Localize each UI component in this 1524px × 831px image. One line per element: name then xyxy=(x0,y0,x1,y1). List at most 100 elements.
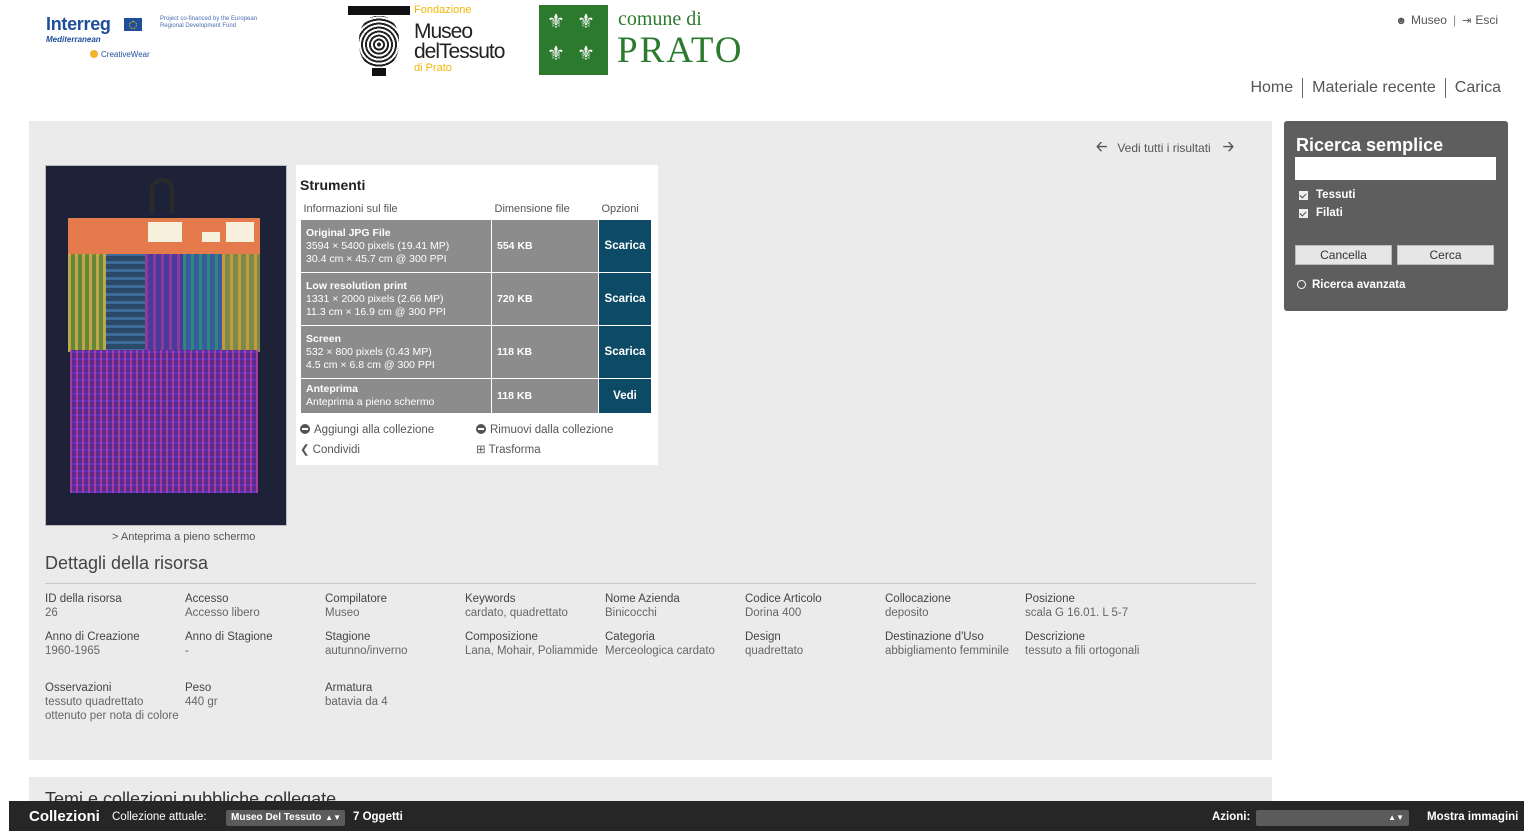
detail-field: Anno di Stagione - xyxy=(185,630,321,658)
search-button[interactable]: Cerca xyxy=(1397,245,1494,265)
file-size: 720 KB xyxy=(491,272,599,326)
detail-field: Armatura batavia da 4 xyxy=(325,681,461,709)
collections-bar: Collezioni Collezione attuale: Museo Del… xyxy=(9,801,1524,831)
main-nav: Home Materiale recente Carica xyxy=(1241,78,1501,98)
crop-icon: ⊞ xyxy=(476,444,486,456)
current-collection-value: Museo Del Tessuto xyxy=(231,812,322,823)
download-table: Informazioni sul file Dimensione file Op… xyxy=(300,203,652,414)
detail-value: Accesso libero xyxy=(185,607,260,619)
fabric-sample xyxy=(70,350,258,493)
detail-label: Codice Articolo xyxy=(745,593,822,605)
logout-link[interactable]: Esci xyxy=(1475,13,1498,27)
prato-name: PRATO xyxy=(617,30,744,71)
detail-field: Collocazione deposito xyxy=(885,592,1021,620)
file-print-size: 11.3 cm × 16.9 cm @ 300 PPI xyxy=(306,305,446,318)
file-print-size: 4.5 cm × 6.8 cm @ 300 PPI xyxy=(306,358,435,371)
detail-value: Merceologica cardato xyxy=(605,645,715,657)
detail-label: Categoria xyxy=(605,631,655,643)
museo-fondazione: Fondazione xyxy=(414,4,472,16)
resource-preview-image[interactable] xyxy=(45,165,287,526)
file-dimensions: 1331 × 2000 pixels (2.66 MP) xyxy=(306,292,444,305)
detail-field: Destinazione d'Uso abbigliamento femminil… xyxy=(885,630,1021,658)
file-name: Anteprima xyxy=(306,383,358,395)
detail-field: Composizione Lana, Mohair, Poliammide xyxy=(465,630,601,658)
arrow-right-icon[interactable]: 🡢 xyxy=(1223,136,1234,160)
nav-recent-material[interactable]: Materiale recente xyxy=(1303,79,1445,97)
arrow-left-icon[interactable]: 🡠 xyxy=(1096,136,1107,160)
file-dimensions: Anteprima a pieno schermo xyxy=(306,396,435,408)
remove-from-collection-link[interactable]: Rimuovi dalla collezione xyxy=(476,424,613,436)
user-menu-separator: | xyxy=(1452,13,1457,27)
filter-label: Filati xyxy=(1316,207,1343,219)
download-button[interactable]: Scarica xyxy=(598,272,652,326)
logout-icon: ⇥ xyxy=(1462,15,1472,27)
download-button[interactable]: Scarica xyxy=(598,325,652,379)
nav-home[interactable]: Home xyxy=(1241,79,1302,97)
tools-title: Strumenti xyxy=(300,177,366,193)
result-navigation: 🡠 Vedi tutti i risultati 🡢 xyxy=(1096,136,1234,160)
file-dimensions: 532 × 800 pixels (0.43 MP) xyxy=(306,345,432,358)
detail-field: Osservazioni tessuto quadrettato ottenuto… xyxy=(45,681,181,723)
detail-field: Stagione autunno/inverno xyxy=(325,630,461,658)
detail-value: deposito xyxy=(885,607,929,619)
show-images-link[interactable]: Mostra immagini xyxy=(1427,811,1518,823)
filter-label: Tessuti xyxy=(1316,189,1356,201)
interreg-wordmark: Interreg xyxy=(46,14,111,34)
detail-value: tessuto quadrettato ottenuto per nota di… xyxy=(45,696,179,722)
museo-tessuto-logo[interactable]: Fondazione Museo delTessuto di Prato xyxy=(348,4,508,76)
select-arrows-icon: ▲▼ xyxy=(1388,813,1404,822)
interreg-project: CreativeWear xyxy=(90,50,150,59)
detail-label: Anno di Creazione xyxy=(45,631,140,643)
comune-prato-logo[interactable]: ⚜ ⚜ ⚜ ⚜ comune di PRATO xyxy=(539,5,769,77)
swatch-row xyxy=(68,254,261,352)
detail-field: Anno di Creazione 1960-1965 xyxy=(45,630,181,658)
share-link[interactable]: ❮ Condividi xyxy=(300,442,360,456)
clear-button[interactable]: Cancella xyxy=(1295,245,1392,265)
column-header: Opzioni xyxy=(601,203,639,215)
hanger-hook xyxy=(150,178,174,214)
collection-item-count[interactable]: 7 Oggetti xyxy=(353,811,403,823)
search-input[interactable] xyxy=(1295,157,1496,180)
column-header: Informazioni sul file xyxy=(303,203,398,215)
collections-title[interactable]: Collezioni xyxy=(29,808,100,825)
detail-label: Nome Azienda xyxy=(605,593,680,605)
interreg-logo[interactable]: Interreg Project co-financed by the Euro… xyxy=(44,14,279,66)
filter-tessuti-checkbox[interactable]: Tessuti xyxy=(1299,189,1355,201)
detail-value: 440 gr xyxy=(185,696,218,708)
table-row: Original JPG File 3594 × 5400 pixels (19.… xyxy=(300,219,652,273)
actions-label: Azioni: xyxy=(1212,811,1251,823)
checkbox-checked-icon[interactable] xyxy=(1299,190,1308,200)
transform-link[interactable]: ⊞ Trasforma xyxy=(476,442,541,456)
detail-field: Codice Articolo Dorina 400 xyxy=(745,592,881,620)
table-row: Screen 532 × 800 pixels (0.43 MP) 4.5 cm ×… xyxy=(300,325,652,379)
detail-value: tessuto a fili ortogonali xyxy=(1025,645,1140,657)
detail-value: Museo xyxy=(325,607,360,619)
detail-label: Osservazioni xyxy=(45,682,112,694)
detail-field: Descrizione tessuto a fili ortogonali xyxy=(1025,630,1161,658)
filter-filati-checkbox[interactable]: Filati xyxy=(1299,207,1343,219)
checkbox-checked-icon[interactable] xyxy=(1299,208,1308,218)
tools-box: Strumenti Informazioni sul file Dimensio… xyxy=(296,165,658,465)
museo-name-line2: delTessuto xyxy=(414,40,505,63)
detail-label: Design xyxy=(745,631,781,643)
download-button[interactable]: Scarica xyxy=(598,219,652,273)
detail-value: scala G 16.01. L 5-7 xyxy=(1025,607,1129,619)
all-results-link[interactable]: Vedi tutti i risultati xyxy=(1117,141,1210,155)
details-divider xyxy=(45,583,1256,584)
advanced-search-link[interactable]: Ricerca avanzata xyxy=(1297,279,1405,291)
fullscreen-preview-link[interactable]: > Anteprima a pieno schermo xyxy=(112,531,255,543)
file-print-size: 30.4 cm × 45.7 cm @ 300 PPI xyxy=(306,252,447,265)
user-icon: ☻ xyxy=(1395,15,1407,27)
detail-value: - xyxy=(185,645,189,657)
add-to-collection-link[interactable]: Aggiungi alla collezione xyxy=(300,424,434,436)
actions-select[interactable]: ▲▼ xyxy=(1256,810,1409,826)
current-collection-select[interactable]: Museo Del Tessuto ▲▼ xyxy=(226,810,345,826)
detail-label: Compilatore xyxy=(325,593,387,605)
nav-upload[interactable]: Carica xyxy=(1446,79,1501,97)
current-collection-label: Collezione attuale: xyxy=(112,811,207,823)
user-account-link[interactable]: Museo xyxy=(1411,13,1447,27)
detail-value: batavia da 4 xyxy=(325,696,388,708)
search-icon xyxy=(1297,280,1306,289)
page-header: Interreg Project co-financed by the Euro… xyxy=(0,0,1524,120)
view-button[interactable]: Vedi xyxy=(598,378,652,414)
